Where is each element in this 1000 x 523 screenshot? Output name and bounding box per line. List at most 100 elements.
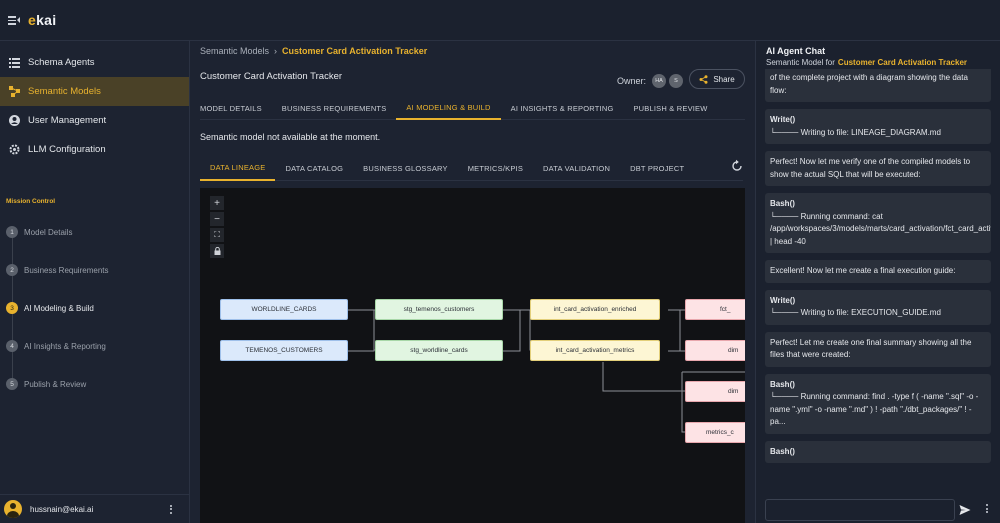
tool-name: Bash() bbox=[770, 379, 795, 389]
model-unavailable-notice: Semantic model not available at the mome… bbox=[200, 132, 381, 142]
step-number: 5 bbox=[6, 378, 18, 390]
step-label: AI Modeling & Build bbox=[24, 303, 94, 313]
chat-message: Perfect! Now let me verify one of the co… bbox=[765, 151, 991, 186]
tool-output: └──── Running command: find . -type f ( … bbox=[770, 392, 979, 426]
step-number: 4 bbox=[6, 340, 18, 352]
tab-business-requirements[interactable]: BUSINESS REQUIREMENTS bbox=[272, 96, 397, 120]
lineage-node-staging[interactable]: stg_worldline_cards bbox=[375, 340, 503, 361]
user-bar: hussnain@ekai.ai bbox=[0, 494, 190, 523]
edge bbox=[602, 362, 694, 392]
chat-title: AI Agent Chat bbox=[766, 46, 826, 56]
send-icon[interactable] bbox=[959, 504, 971, 516]
chat-tool-message: Bash() └──── Running command: cat /app/wo… bbox=[765, 193, 991, 253]
avatar[interactable] bbox=[4, 500, 22, 518]
sidebar-item-llm-configuration[interactable]: LLM Configuration bbox=[0, 135, 189, 164]
owner-group: Owner: HA S bbox=[617, 74, 684, 88]
tab-publish-review[interactable]: PUBLISH & REVIEW bbox=[623, 96, 717, 120]
step-label: Business Requirements bbox=[24, 265, 109, 275]
step-number: 1 bbox=[6, 226, 18, 238]
sidebar: Schema Agents Semantic Models User Manag… bbox=[0, 41, 190, 523]
sub-tabs: DATA LINEAGE DATA CATALOG BUSINESS GLOSS… bbox=[200, 155, 743, 181]
chat-tool-message: Bash() bbox=[765, 440, 991, 463]
chat-messages: of the complete project with a diagram s… bbox=[765, 69, 991, 495]
owner-avatar[interactable]: S bbox=[669, 74, 684, 88]
step-ai-modeling-build[interactable]: 3 AI Modeling & Build bbox=[0, 289, 189, 327]
subtab-metrics-kpis[interactable]: METRICS/KPIS bbox=[458, 155, 533, 181]
sidebar-item-schema-agents[interactable]: Schema Agents bbox=[0, 48, 189, 77]
list-icon bbox=[8, 57, 20, 69]
chat-message: Excellent! Now let me create a final exe… bbox=[765, 260, 991, 283]
owner-label: Owner: bbox=[617, 76, 647, 86]
lineage-node-staging[interactable]: stg_temenos_customers bbox=[375, 299, 503, 320]
chat-tool-message: Bash() └──── Running command: find . -typ… bbox=[765, 373, 991, 434]
subtab-data-catalog[interactable]: DATA CATALOG bbox=[275, 155, 353, 181]
tab-model-details[interactable]: MODEL DETAILS bbox=[200, 96, 272, 120]
tool-output: └──── Writing to file: LINEAGE_DIAGRAM.m… bbox=[770, 127, 941, 137]
lineage-node-mart[interactable]: dim bbox=[685, 340, 745, 361]
page-title: Customer Card Activation Tracker bbox=[200, 71, 343, 82]
step-publish-review[interactable]: 5 Publish & Review bbox=[0, 365, 189, 403]
tab-ai-insights-reporting[interactable]: AI INSIGHTS & REPORTING bbox=[501, 96, 624, 120]
chat-menu-icon[interactable] bbox=[982, 504, 992, 513]
lineage-node-intermediate[interactable]: int_card_activation_metrics bbox=[530, 340, 660, 361]
owner-avatar[interactable]: HA bbox=[652, 74, 667, 88]
subtab-data-validation[interactable]: DATA VALIDATION bbox=[533, 155, 620, 181]
step-label: AI Insights & Reporting bbox=[24, 341, 106, 351]
lineage-node-mart[interactable]: dim bbox=[685, 381, 745, 402]
lineage-node-mart[interactable]: metrics_c bbox=[685, 422, 745, 443]
tool-name: Bash() bbox=[770, 446, 795, 456]
subtab-dbt-project[interactable]: DBT PROJECT bbox=[620, 155, 694, 181]
nodes-icon bbox=[8, 86, 20, 98]
lineage-node-source[interactable]: TEMENOS_CUSTOMERS bbox=[220, 340, 348, 361]
lineage-node-source[interactable]: WORLDLINE_CARDS bbox=[220, 299, 348, 320]
sidebar-item-label: Schema Agents bbox=[28, 57, 95, 68]
subtab-data-lineage[interactable]: DATA LINEAGE bbox=[200, 155, 276, 181]
lineage-canvas[interactable]: + − ⛶ WORLDLINE_CARDS TEMENOS_CUSTOMERS … bbox=[200, 188, 745, 523]
tool-output: └──── Running command: cat /app/workspac… bbox=[770, 211, 991, 246]
user-email: hussnain@ekai.ai bbox=[30, 504, 94, 514]
sidebar-item-label: Semantic Models bbox=[28, 86, 101, 97]
sidebar-item-semantic-models[interactable]: Semantic Models bbox=[0, 77, 189, 106]
lineage-node-intermediate[interactable]: int_card_activation_enriched bbox=[530, 299, 660, 320]
share-button[interactable]: Share bbox=[689, 69, 745, 89]
step-model-details[interactable]: 1 Model Details bbox=[0, 213, 189, 251]
mission-steps: 1 Model Details 2 Business Requirements 3A… bbox=[0, 213, 189, 403]
tool-output: └──── Writing to file: EXECUTION_GUIDE.m… bbox=[770, 308, 941, 317]
mission-control-title: Mission Control bbox=[6, 198, 56, 205]
chat-input[interactable] bbox=[765, 499, 955, 521]
chat-message: Perfect! Let me create one final summary… bbox=[765, 331, 991, 367]
user-menu-icon[interactable] bbox=[166, 504, 176, 514]
gear-icon bbox=[8, 144, 20, 156]
app-logo[interactable]: ekai bbox=[28, 12, 56, 28]
subtab-business-glossary[interactable]: BUSINESS GLOSSARY bbox=[353, 155, 458, 181]
breadcrumb-root[interactable]: Semantic Models bbox=[200, 46, 269, 56]
step-business-requirements[interactable]: 2 Business Requirements bbox=[0, 251, 189, 289]
chat-tool-message: Write() └──── Writing to file: EXECUTION_… bbox=[765, 289, 991, 325]
refresh-icon[interactable] bbox=[730, 159, 744, 173]
breadcrumb-current: Customer Card Activation Tracker bbox=[282, 46, 428, 56]
tool-name: Write() bbox=[770, 295, 796, 305]
chat-tool-message: Write() └──── Writing to file: LINEAGE_DI… bbox=[765, 109, 991, 144]
sidebar-item-user-management[interactable]: User Management bbox=[0, 106, 189, 135]
lineage-node-mart[interactable]: fct_ bbox=[685, 299, 745, 320]
sidebar-item-label: LLM Configuration bbox=[28, 144, 106, 155]
chat-subtitle: Semantic Model for Customer Card Activati… bbox=[766, 58, 967, 67]
main-tabs: MODEL DETAILS BUSINESS REQUIREMENTS AI M… bbox=[200, 96, 745, 120]
tool-name: Write() bbox=[770, 115, 796, 124]
tab-ai-modeling-build[interactable]: AI MODELING & BUILD bbox=[396, 96, 501, 120]
step-number: 3 bbox=[6, 302, 18, 314]
step-ai-insights-reporting[interactable]: 4 AI Insights & Reporting bbox=[0, 327, 189, 365]
step-label: Model Details bbox=[24, 227, 73, 237]
sidebar-item-label: User Management bbox=[28, 115, 107, 126]
share-icon bbox=[699, 74, 708, 84]
tool-name: Bash() bbox=[770, 199, 795, 208]
breadcrumb: Semantic Models › Customer Card Activation… bbox=[200, 46, 427, 56]
chat-message: of the complete project with a diagram s… bbox=[765, 69, 991, 102]
top-bar: ekai bbox=[0, 0, 1000, 41]
menu-collapse-icon[interactable] bbox=[8, 15, 20, 25]
ai-agent-chat-panel: AI Agent Chat Semantic Model for Customer… bbox=[755, 41, 1000, 523]
step-label: Publish & Review bbox=[24, 379, 87, 389]
user-icon bbox=[8, 115, 20, 127]
chat-model-name: Customer Card Activation Tracker bbox=[837, 58, 967, 67]
share-label: Share bbox=[713, 74, 735, 84]
